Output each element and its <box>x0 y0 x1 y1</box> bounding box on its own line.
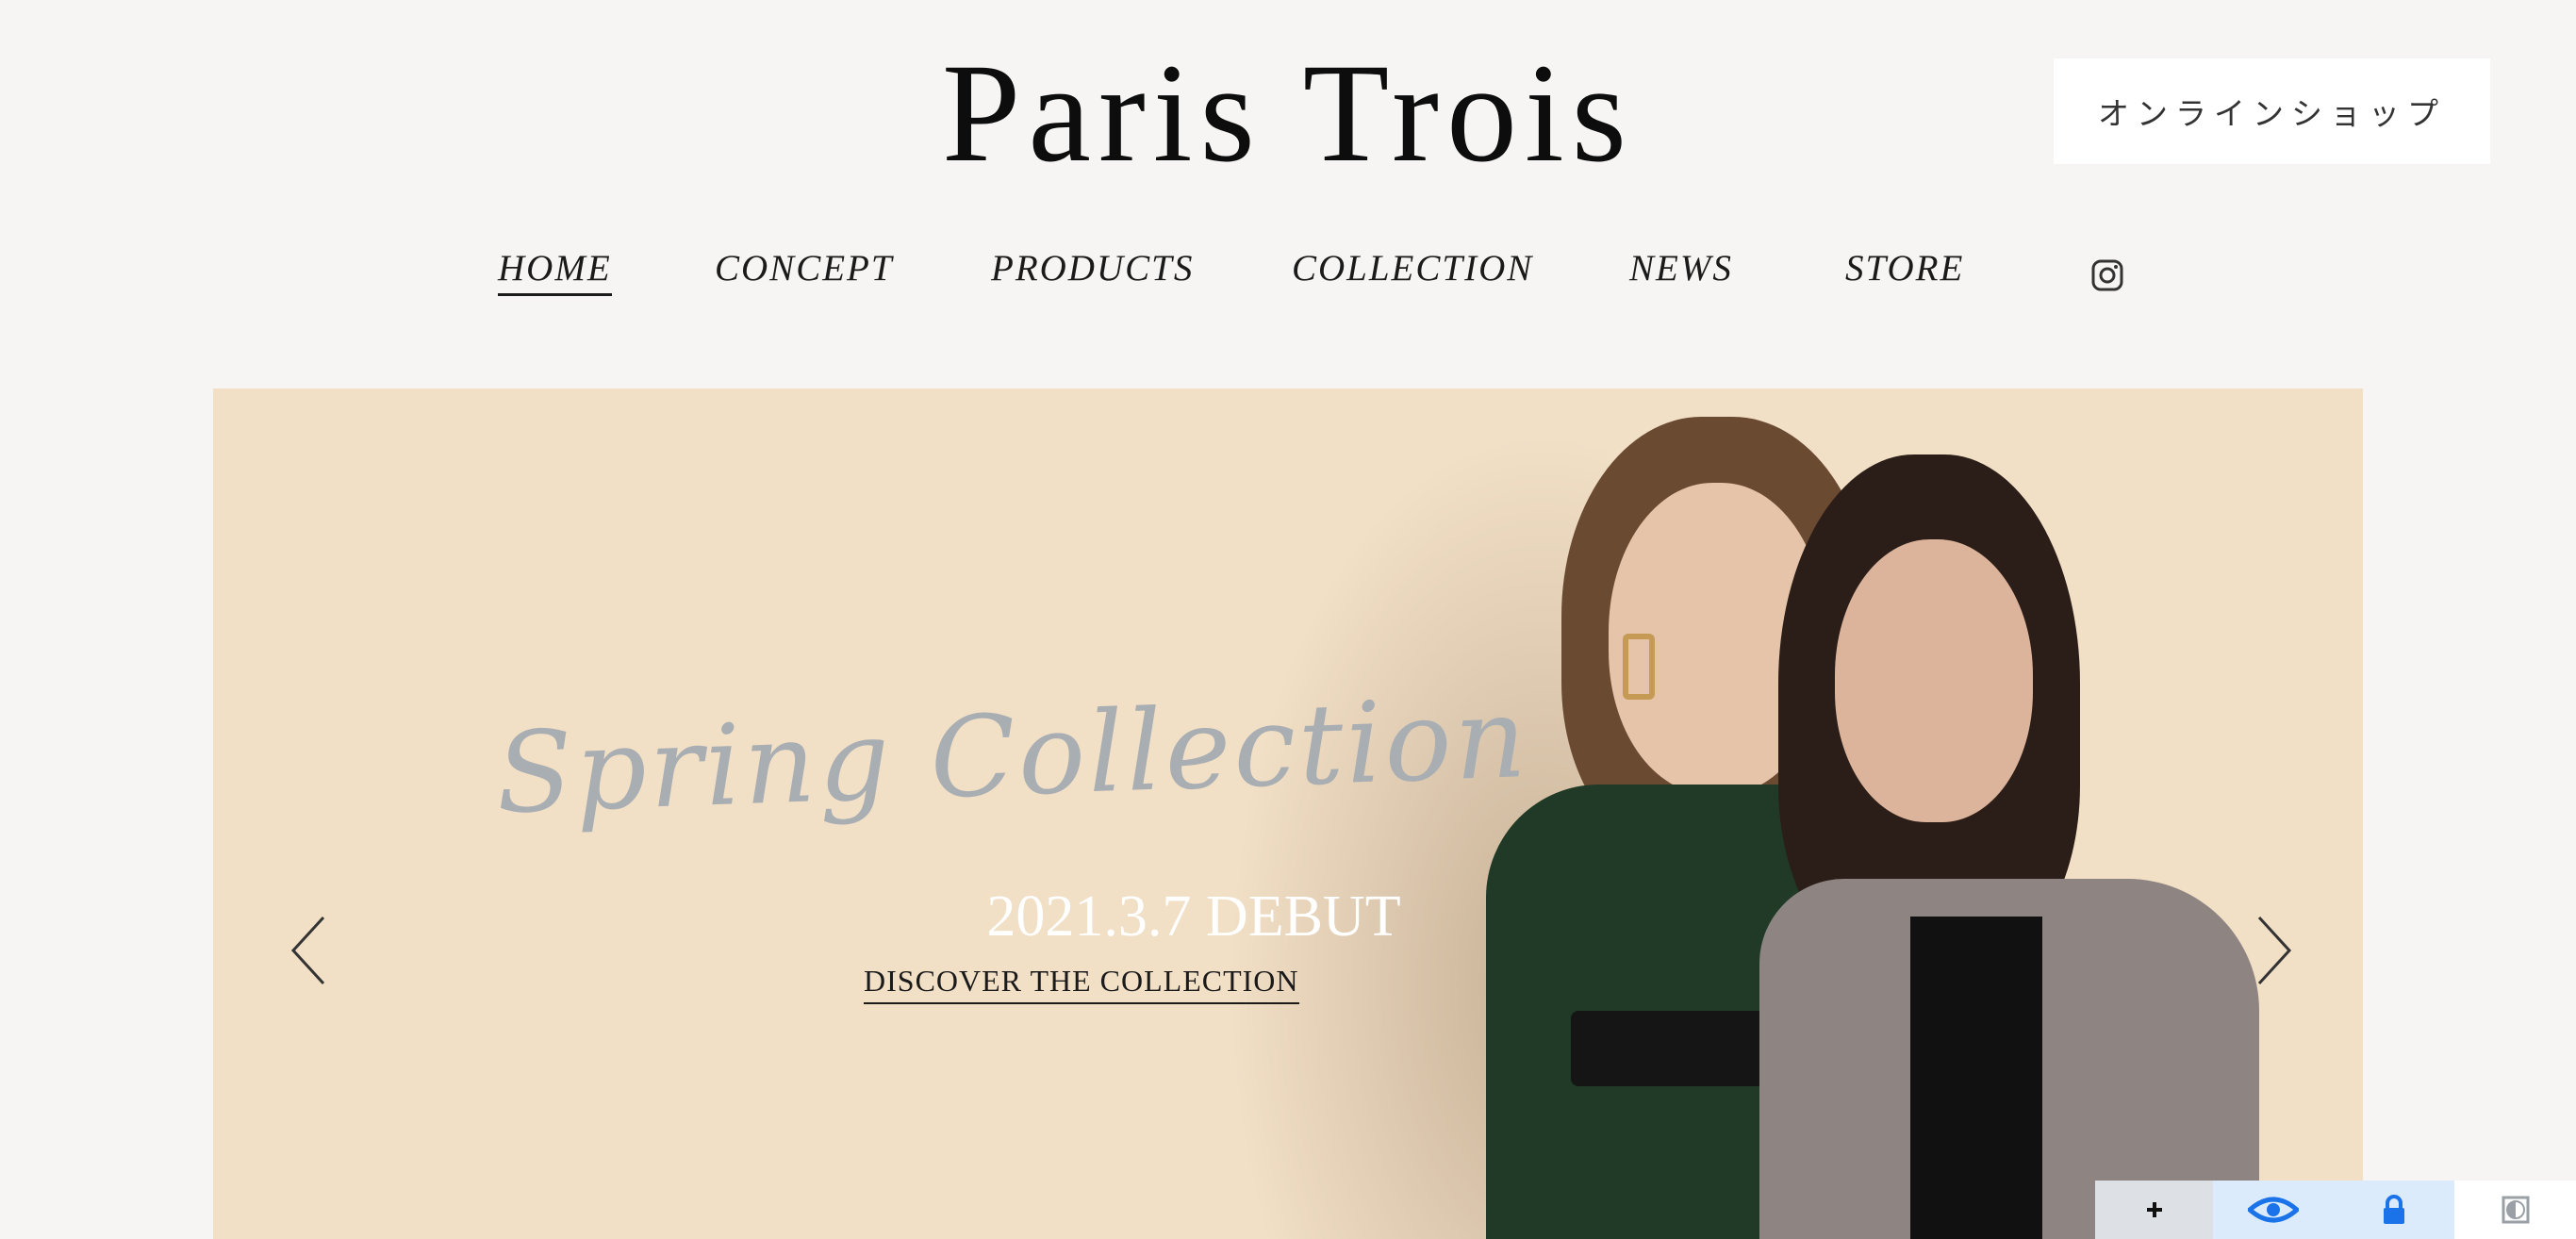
lock-button[interactable] <box>2334 1181 2454 1239</box>
chevron-left-icon[interactable] <box>286 913 333 988</box>
nav-item-concept[interactable]: CONCEPT <box>715 247 894 289</box>
chevron-right-icon[interactable] <box>2250 913 2297 988</box>
instagram-icon[interactable] <box>2091 259 2123 291</box>
main-nav: HOME CONCEPT PRODUCTS COLLECTION NEWS ST… <box>0 247 2576 313</box>
model-right-face <box>1835 539 2033 822</box>
contrast-icon <box>2502 1196 2529 1224</box>
nav-item-store[interactable]: STORE <box>1845 247 1964 289</box>
hero-slider: Spring Collection 2021.3.7 DEBUT DISCOVE… <box>213 388 2363 1239</box>
eye-icon <box>2248 1197 2299 1223</box>
hero-debut-date: 2021.3.7 DEBUT <box>986 884 1401 949</box>
nav-item-news[interactable]: NEWS <box>1629 247 1733 289</box>
plus-icon <box>2146 1202 2162 1217</box>
model-right-top <box>1910 917 2042 1239</box>
nav-item-collection[interactable]: COLLECTION <box>1292 247 1533 289</box>
nav-item-products[interactable]: PRODUCTS <box>991 247 1194 289</box>
visibility-button[interactable] <box>2213 1181 2334 1239</box>
discover-collection-link[interactable]: DISCOVER THE COLLECTION <box>864 964 1299 1004</box>
accessibility-toolbar <box>2095 1181 2576 1239</box>
zoom-button[interactable] <box>2095 1181 2213 1239</box>
online-shop-button[interactable]: オンラインショップ <box>2054 58 2490 164</box>
nav-item-home[interactable]: HOME <box>498 247 612 296</box>
earring-left <box>1623 634 1655 700</box>
lock-icon <box>2384 1195 2404 1224</box>
contrast-button[interactable] <box>2454 1181 2576 1239</box>
